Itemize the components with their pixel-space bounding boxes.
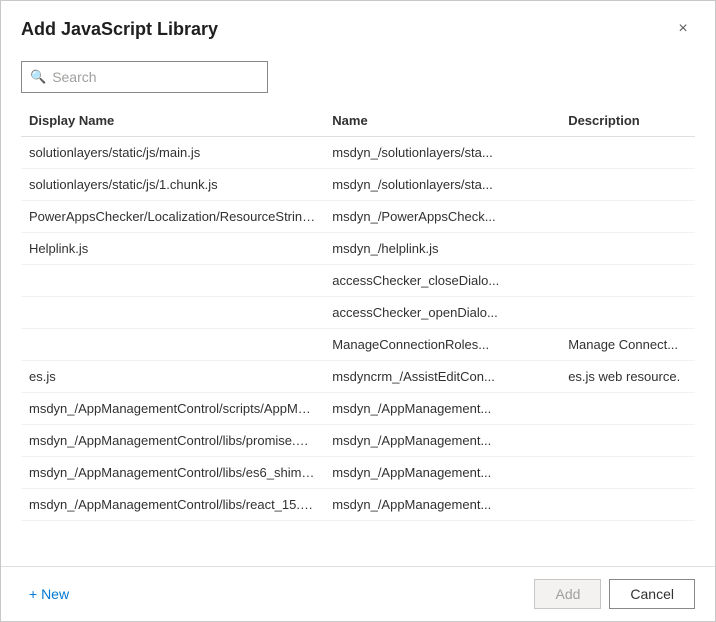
cell-name: msdyn_/helplink.js [324, 233, 560, 265]
cell-display-name: msdyn_/AppManagementControl/libs/promise… [21, 425, 324, 457]
footer-actions: Add Cancel [534, 579, 695, 609]
cell-name: ManageConnectionRoles... [324, 329, 560, 361]
table-row[interactable]: msdyn_/AppManagementControl/libs/react_1… [21, 489, 695, 521]
library-table: Display Name Name Description solutionla… [21, 105, 695, 521]
close-button[interactable]: × [671, 17, 695, 41]
dialog-header: Add JavaScript Library × [1, 1, 715, 53]
cell-display-name: solutionlayers/static/js/1.chunk.js [21, 169, 324, 201]
cell-name: msdyn_/solutionlayers/sta... [324, 169, 560, 201]
search-input[interactable] [52, 69, 259, 85]
table-row[interactable]: ManageConnectionRoles...Manage Connect..… [21, 329, 695, 361]
table-row[interactable]: msdyn_/AppManagementControl/scripts/AppM… [21, 393, 695, 425]
col-header-name: Name [324, 105, 560, 137]
cell-description [560, 393, 695, 425]
cell-name: msdyncrm_/AssistEditCon... [324, 361, 560, 393]
cell-display-name: solutionlayers/static/js/main.js [21, 137, 324, 169]
table-row[interactable]: solutionlayers/static/js/main.jsmsdyn_/s… [21, 137, 695, 169]
cell-name: accessChecker_openDialo... [324, 297, 560, 329]
table-row[interactable]: solutionlayers/static/js/1.chunk.jsmsdyn… [21, 169, 695, 201]
cell-description: Manage Connect... [560, 329, 695, 361]
cell-display-name: msdyn_/AppManagementControl/libs/react_1… [21, 489, 324, 521]
cell-description [560, 489, 695, 521]
cell-description [560, 169, 695, 201]
cell-display-name: Helplink.js [21, 233, 324, 265]
search-container: 🔍 [1, 53, 715, 105]
cell-description: es.js web resource. [560, 361, 695, 393]
col-header-description: Description [560, 105, 695, 137]
cell-name: msdyn_/AppManagement... [324, 457, 560, 489]
cell-description [560, 233, 695, 265]
col-header-display-name: Display Name [21, 105, 324, 137]
cell-name: accessChecker_closeDialo... [324, 265, 560, 297]
cell-description [560, 457, 695, 489]
add-js-library-dialog: Add JavaScript Library × 🔍 Display Name … [0, 0, 716, 622]
cancel-button[interactable]: Cancel [609, 579, 695, 609]
cell-display-name [21, 329, 324, 361]
dialog-title: Add JavaScript Library [21, 19, 218, 40]
table-row[interactable]: accessChecker_closeDialo... [21, 265, 695, 297]
cell-name: msdyn_/AppManagement... [324, 489, 560, 521]
cell-description [560, 265, 695, 297]
table-row[interactable]: accessChecker_openDialo... [21, 297, 695, 329]
cell-description [560, 137, 695, 169]
cell-display-name: PowerAppsChecker/Localization/ResourceSt… [21, 201, 324, 233]
cell-display-name: msdyn_/AppManagementControl/scripts/AppM… [21, 393, 324, 425]
search-icon: 🔍 [30, 69, 46, 85]
cell-name: msdyn_/AppManagement... [324, 393, 560, 425]
new-button[interactable]: + New [21, 580, 77, 608]
table-row[interactable]: es.jsmsdyncrm_/AssistEditCon...es.js web… [21, 361, 695, 393]
cell-display-name: es.js [21, 361, 324, 393]
cell-name: msdyn_/PowerAppsCheck... [324, 201, 560, 233]
table-container: Display Name Name Description solutionla… [1, 105, 715, 566]
table-scroll[interactable]: Display Name Name Description solutionla… [21, 105, 695, 566]
table-row[interactable]: PowerAppsChecker/Localization/ResourceSt… [21, 201, 695, 233]
cell-display-name: msdyn_/AppManagementControl/libs/es6_shi… [21, 457, 324, 489]
table-row[interactable]: msdyn_/AppManagementControl/libs/promise… [21, 425, 695, 457]
dialog-footer: + New Add Cancel [1, 566, 715, 621]
cell-description [560, 297, 695, 329]
cell-name: msdyn_/solutionlayers/sta... [324, 137, 560, 169]
cell-description [560, 201, 695, 233]
search-box: 🔍 [21, 61, 268, 93]
table-row[interactable]: Helplink.jsmsdyn_/helplink.js [21, 233, 695, 265]
cell-name: msdyn_/AppManagement... [324, 425, 560, 457]
add-button[interactable]: Add [534, 579, 601, 609]
cell-display-name [21, 297, 324, 329]
table-row[interactable]: msdyn_/AppManagementControl/libs/es6_shi… [21, 457, 695, 489]
cell-display-name [21, 265, 324, 297]
cell-description [560, 425, 695, 457]
